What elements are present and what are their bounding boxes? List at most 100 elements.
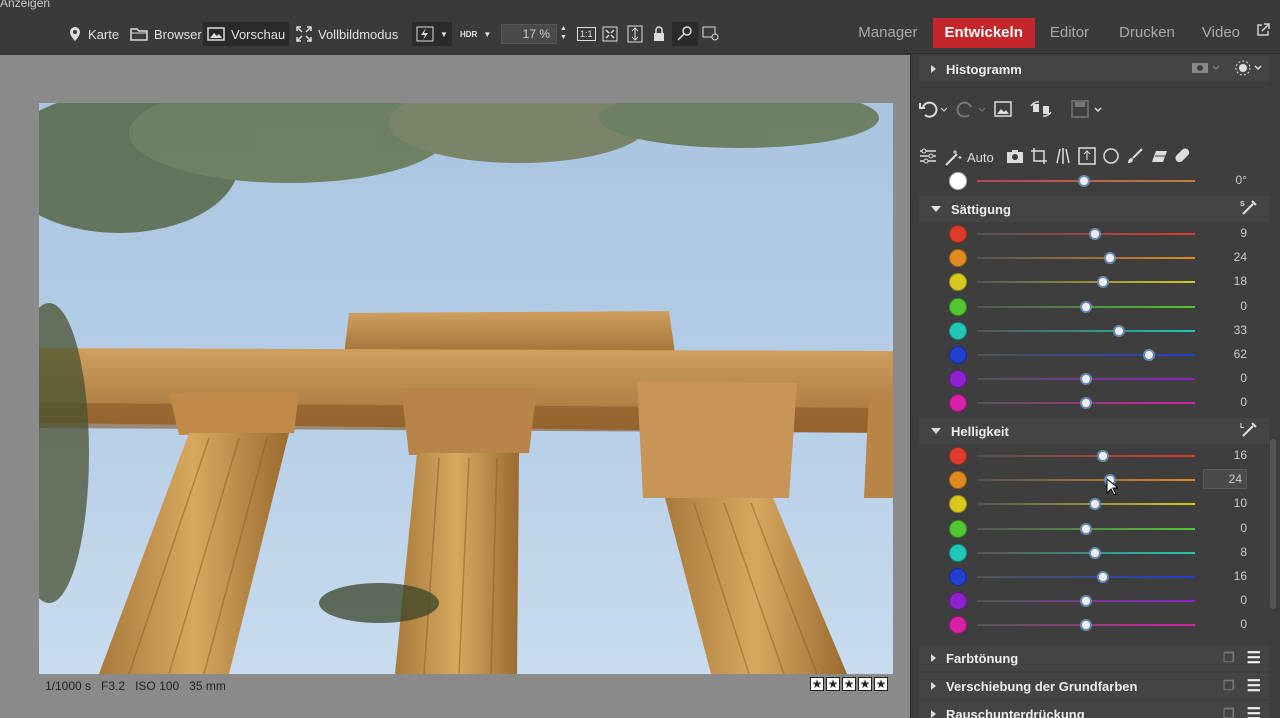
star-icon[interactable]: ★ [858, 677, 872, 691]
saturation-color-dot [949, 370, 967, 389]
fit-width-icon [627, 25, 643, 43]
menu-anzeigen[interactable]: Anzeigen [0, 0, 50, 10]
history-toolbar [919, 100, 1103, 121]
saturation-slider-track[interactable] [977, 233, 1195, 235]
brightness-slider-track[interactable] [977, 455, 1195, 457]
mode-video[interactable]: Video [1190, 18, 1252, 48]
fit-button[interactable] [598, 22, 622, 46]
zoom-input[interactable]: 17 % [501, 24, 557, 44]
redo-icon[interactable] [955, 100, 986, 121]
section-farbtoenung[interactable]: Farbtönung ❐ ☰ [919, 645, 1269, 671]
external-link-icon[interactable] [1252, 18, 1280, 48]
preview-button[interactable]: Vorschau [203, 22, 289, 46]
copy-icon[interactable]: ❐ [1223, 706, 1235, 718]
brightness-slider-knob[interactable] [1097, 450, 1110, 462]
copy-icon[interactable]: ❐ [1223, 650, 1235, 666]
eraser-gradient-icon[interactable] [1150, 148, 1168, 167]
undo-icon[interactable] [919, 100, 948, 121]
saturation-slider-knob[interactable] [1103, 252, 1116, 265]
star-icon[interactable]: ★ [874, 677, 888, 691]
saturation-color-dot [949, 297, 967, 316]
crop-icon[interactable] [1030, 147, 1048, 168]
brightness-slider-knob[interactable] [1088, 546, 1101, 559]
mode-manager[interactable]: Manager [846, 18, 932, 48]
star-rating[interactable]: ★ ★ ★ ★ ★ [810, 677, 888, 691]
saturation-slider-value: 0 [1240, 395, 1247, 410]
camera-icon[interactable] [1006, 148, 1024, 167]
one-to-one-button[interactable]: 1:1 [573, 22, 600, 46]
iso: ISO 100 [135, 679, 180, 693]
brightness-slider-knob[interactable] [1080, 595, 1092, 608]
saturation-slider-knob[interactable] [1088, 228, 1101, 240]
section-rauschunterdrueckung[interactable]: Rauschunterdrückung ❐ ☰ [919, 701, 1269, 718]
photo-canvas[interactable] [39, 103, 893, 674]
settings-view-button[interactable] [698, 22, 724, 46]
map-button[interactable]: Karte [64, 22, 123, 46]
saturation-slider-track[interactable] [977, 281, 1195, 284]
brightness-slider-track[interactable] [977, 551, 1195, 554]
section-title: Farbtönung [946, 650, 1019, 666]
brush-icon[interactable] [1126, 147, 1144, 168]
focal-length: 35 mm [189, 679, 226, 693]
browser-button[interactable]: Browser [126, 22, 206, 46]
saturation-color-dot [949, 346, 967, 364]
star-icon[interactable]: ★ [842, 677, 856, 691]
brightness-slider-track[interactable] [977, 503, 1195, 506]
brightness-slider-track[interactable] [977, 576, 1195, 578]
menu-icon[interactable]: ☰ [1247, 676, 1261, 696]
mode-editor[interactable]: Editor [1035, 18, 1104, 48]
saturation-slider-knob[interactable] [1080, 300, 1092, 313]
hdr-dropdown[interactable]: HDR ▼ [456, 22, 495, 46]
gradient-filter-icon[interactable] [1078, 147, 1096, 168]
chevron-up-icon: ▲ [560, 25, 567, 32]
sliders-icon[interactable] [919, 148, 937, 167]
brightness-slider-knob[interactable] [1080, 522, 1092, 535]
saturation-slider-track[interactable] [977, 329, 1195, 332]
compare-button[interactable] [672, 22, 698, 46]
saturation-slider-knob[interactable] [1143, 349, 1156, 361]
saturation-slider-knob[interactable] [1112, 324, 1125, 337]
star-icon[interactable]: ★ [810, 677, 824, 691]
flash-toggle[interactable]: ▼ [412, 22, 452, 46]
copy-settings-icon[interactable] [1029, 100, 1053, 121]
section-grundfarben[interactable]: Verschiebung der Grundfarben ❐ ☰ [919, 673, 1269, 699]
radial-filter-icon[interactable] [1102, 147, 1120, 168]
brightness-slider-knob[interactable] [1097, 571, 1110, 583]
target-picker-icon[interactable]: L [1239, 420, 1259, 443]
menu-icon[interactable]: ☰ [1247, 704, 1261, 718]
lock-button[interactable] [648, 22, 670, 46]
star-icon[interactable]: ★ [826, 677, 840, 691]
saturation-slider-knob[interactable] [1097, 276, 1110, 289]
menu-icon[interactable]: ☰ [1247, 648, 1261, 668]
sun-settings-icon[interactable] [1235, 60, 1265, 79]
camera-view-icon[interactable] [1191, 62, 1221, 77]
white-slider-knob[interactable] [1078, 175, 1090, 187]
brightness-slider-value: 0 [1240, 617, 1247, 632]
saturation-slider-track[interactable] [977, 257, 1195, 260]
healing-icon[interactable] [1174, 147, 1192, 168]
brightness-slider-knob[interactable] [1080, 619, 1092, 632]
saturation-header[interactable]: Sättigung S [919, 196, 1269, 222]
compare-image-icon[interactable] [993, 100, 1013, 121]
save-preset-icon[interactable] [1071, 100, 1103, 121]
auto-wand-icon[interactable]: Auto [943, 149, 994, 167]
panel-scrollbar[interactable] [1270, 439, 1276, 609]
brightness-slider-value[interactable]: 24 [1203, 469, 1247, 490]
brightness-slider-knob[interactable] [1088, 498, 1101, 511]
brightness-header[interactable]: Helligkeit L [919, 418, 1269, 444]
mode-develop[interactable]: Entwickeln [932, 18, 1035, 48]
saturation-slider-knob[interactable] [1080, 397, 1092, 410]
target-picker-icon[interactable]: S [1239, 198, 1259, 221]
mode-switcher: Manager Entwickeln Editor Drucken Video [846, 18, 1280, 48]
saturation-slider-knob[interactable] [1080, 373, 1092, 386]
fullscreen-button[interactable]: Vollbildmodus [292, 22, 402, 46]
histogram-header[interactable]: Histogramm [919, 56, 1269, 82]
brightness-slider-track[interactable] [977, 479, 1195, 482]
zoom-stepper[interactable]: ▲ ▼ [556, 24, 571, 48]
fit-width-button[interactable] [623, 22, 647, 46]
copy-icon[interactable]: ❐ [1223, 678, 1235, 694]
mode-print[interactable]: Drucken [1104, 18, 1190, 48]
perspective-icon[interactable] [1054, 147, 1072, 168]
brightness-color-dot [949, 447, 967, 465]
saturation-slider-track[interactable] [977, 354, 1195, 356]
